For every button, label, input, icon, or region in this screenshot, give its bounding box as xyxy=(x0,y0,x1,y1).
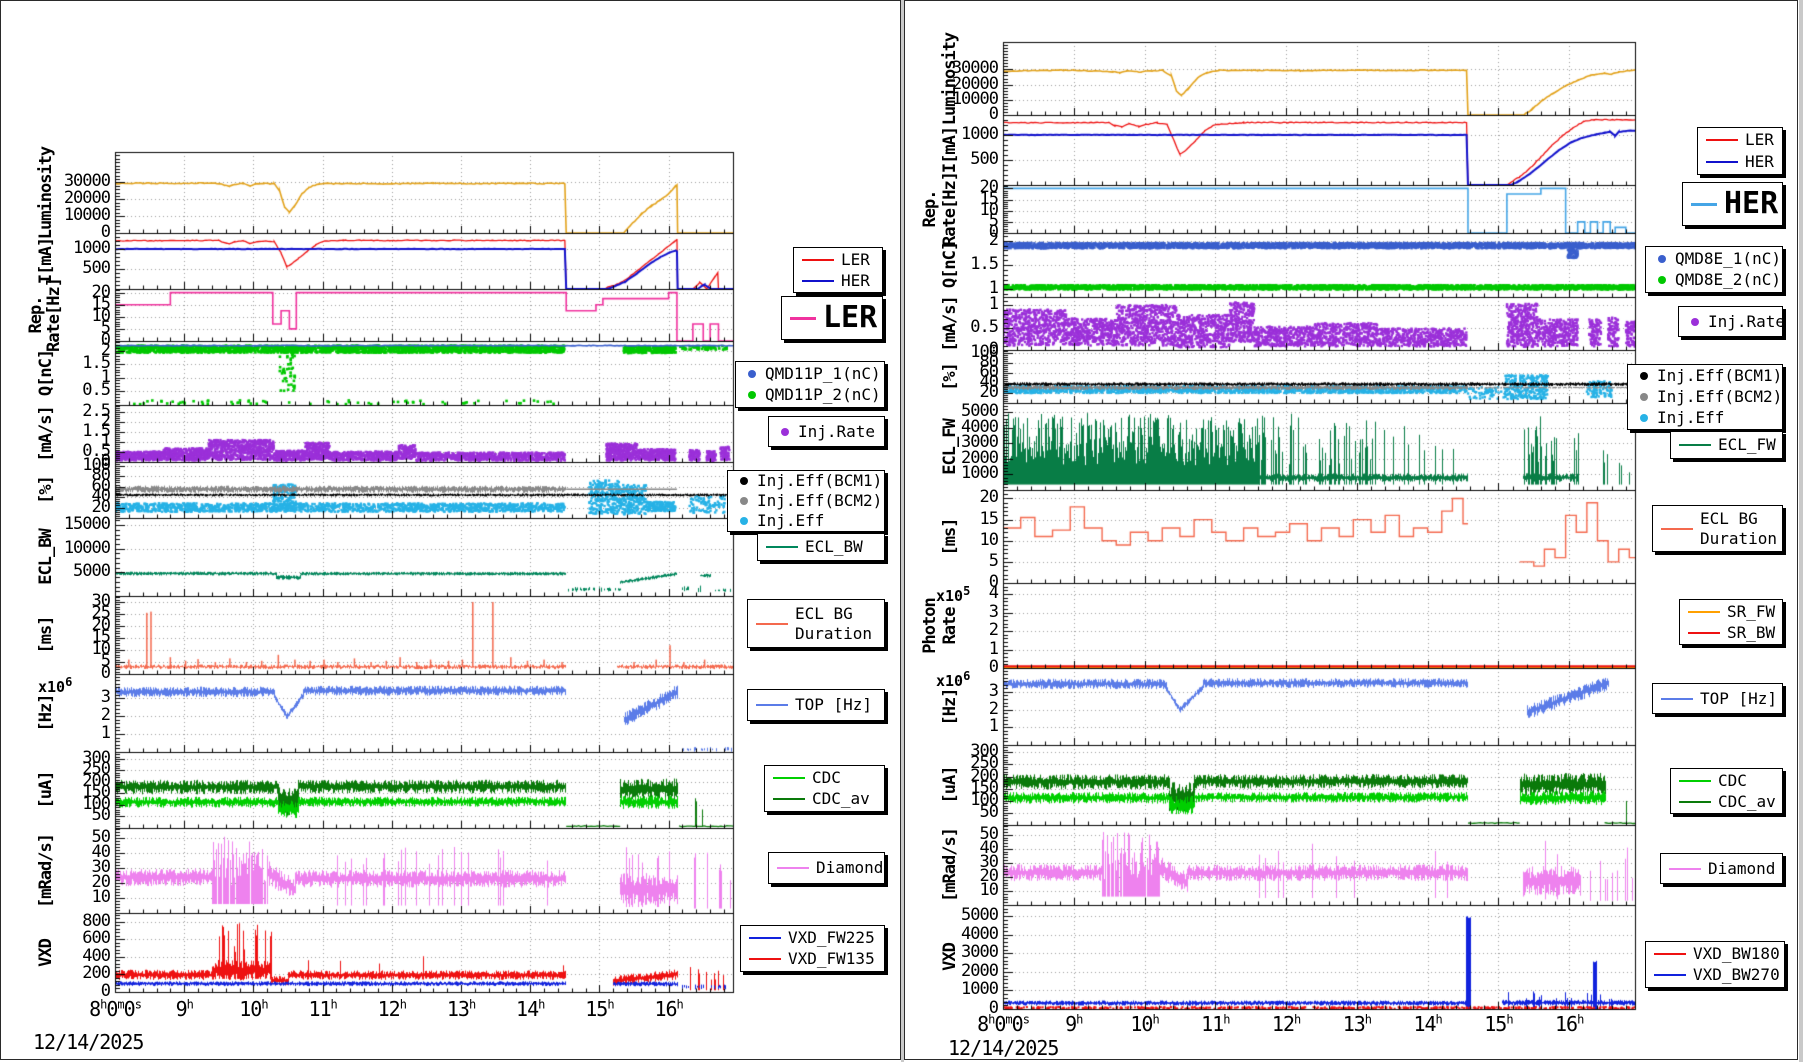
right-date-label: 12/14/2025 xyxy=(948,1036,1058,1060)
left-date-label: 12/14/2025 xyxy=(33,1030,143,1054)
plots-canvas xyxy=(0,0,1806,1062)
beam-monitor-dashboard: 0100002000030000Luminosity5001000I[mA]05… xyxy=(0,0,1806,1062)
